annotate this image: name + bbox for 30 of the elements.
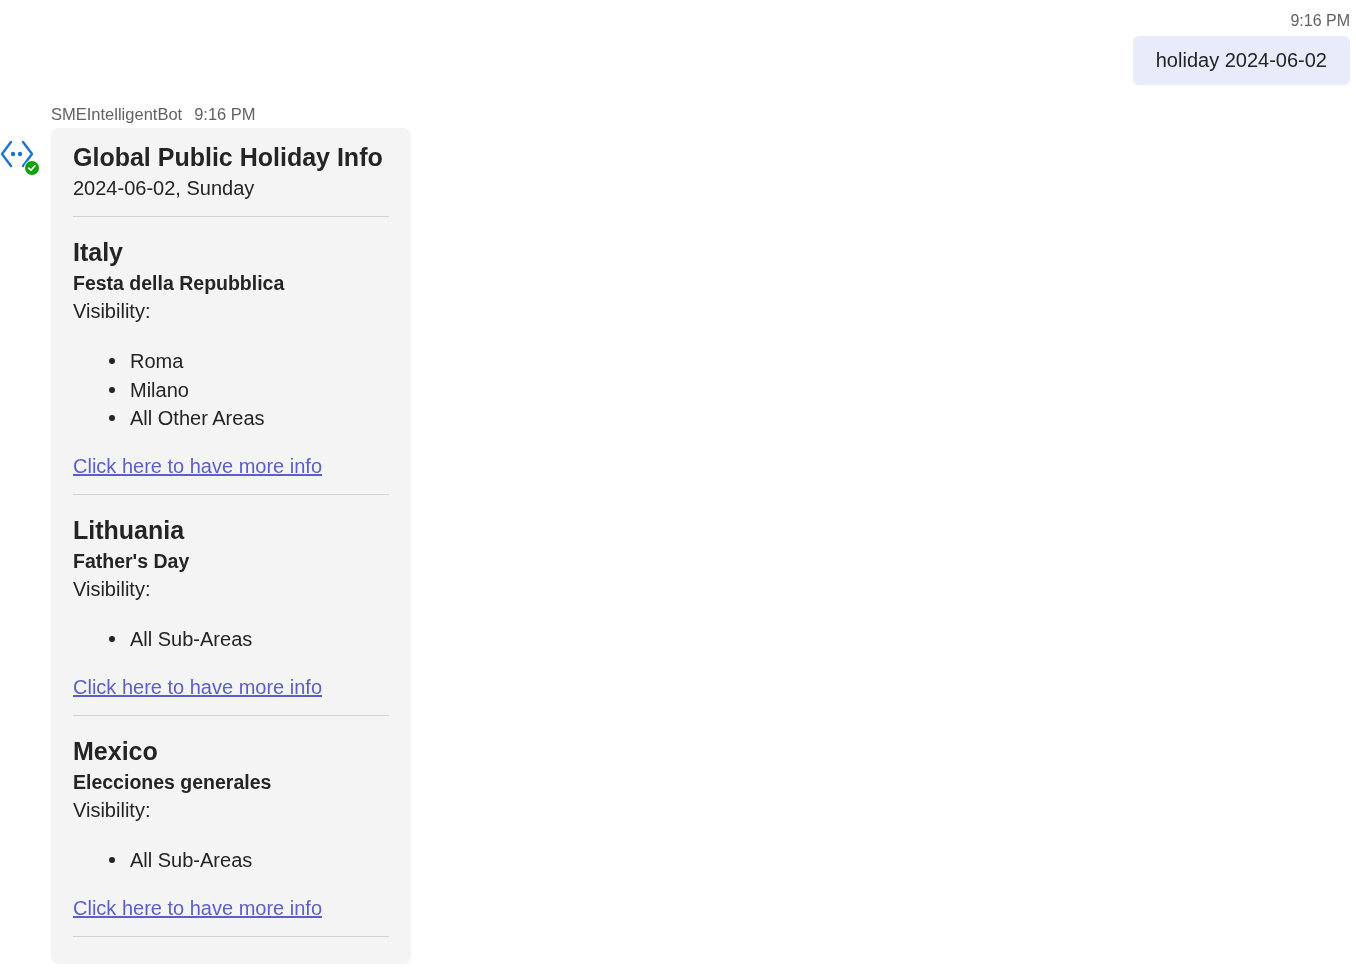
area-item: Milano: [130, 377, 189, 403]
country-heading: Mexico: [73, 736, 158, 767]
bot-avatar-icon: [0, 140, 34, 168]
date-text: 2024-06-02, Sunday: [73, 176, 255, 201]
visibility-label: Visibility:: [73, 798, 151, 823]
sender-name: SMEIntelligentBot: [51, 104, 183, 125]
bullet-icon: [109, 857, 115, 864]
area-item: All Sub-Areas: [130, 627, 253, 653]
more-info-link[interactable]: Click here to have more info: [73, 894, 322, 922]
area-item: All Other Areas: [130, 406, 265, 432]
message-time: 9:16 PM: [194, 104, 256, 125]
holiday-name: Father's Day: [73, 549, 190, 574]
bullet-icon: [109, 358, 115, 365]
visibility-label: Visibility:: [73, 577, 151, 602]
more-info-link[interactable]: Click here to have more info: [73, 452, 322, 480]
more-info-link[interactable]: Click here to have more info: [73, 673, 322, 701]
visibility-label: Visibility:: [73, 299, 151, 324]
country-heading: Lithuania: [73, 515, 185, 546]
holiday-name: Festa della Repubblica: [73, 271, 285, 296]
area-item: All Sub-Areas: [130, 848, 253, 874]
bullet-icon: [109, 636, 115, 643]
bullet-icon: [109, 386, 115, 393]
country-heading: Italy: [73, 237, 124, 268]
area-item: Roma: [130, 349, 184, 375]
check-badge-icon: [24, 160, 40, 176]
holiday-name: Elecciones generales: [73, 770, 272, 795]
user-message: holiday 2024-06-02: [1132, 36, 1350, 85]
bullet-icon: [109, 415, 115, 422]
message-time: 9:16 PM: [1290, 11, 1350, 31]
card-title: Global Public Holiday Info: [73, 142, 383, 173]
